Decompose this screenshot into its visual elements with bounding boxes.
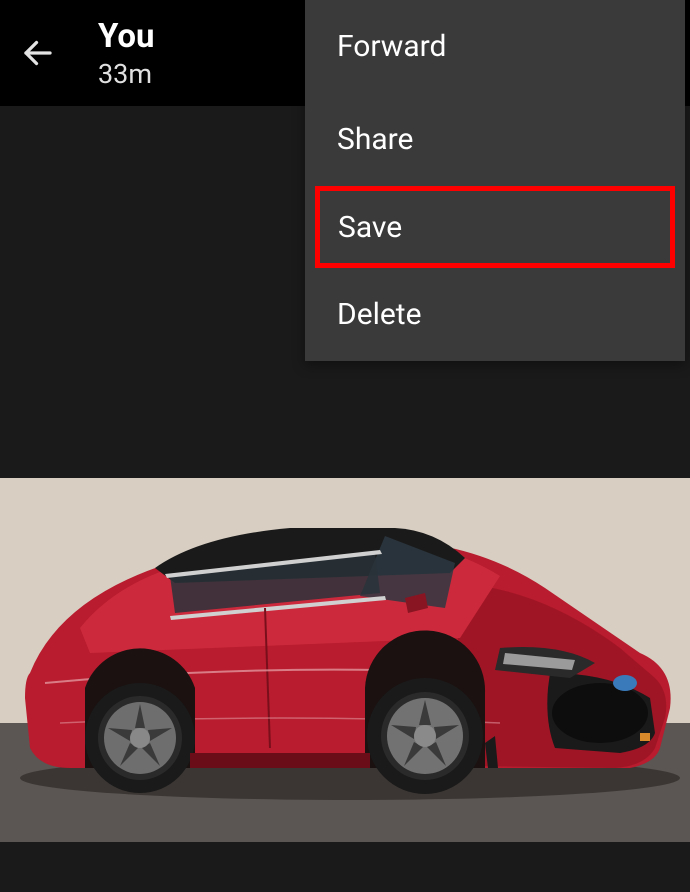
message-image[interactable] (0, 478, 690, 842)
header-text: You 33m (98, 17, 155, 90)
menu-item-share[interactable]: Share (305, 93, 685, 186)
sender-name: You (98, 17, 155, 56)
back-arrow-icon[interactable] (20, 35, 56, 71)
menu-item-forward[interactable]: Forward (305, 0, 685, 93)
menu-item-save[interactable]: Save (315, 186, 675, 268)
menu-item-delete[interactable]: Delete (305, 268, 685, 361)
timestamp: 33m (98, 58, 155, 90)
context-menu: Forward Share Save Delete (305, 0, 685, 361)
